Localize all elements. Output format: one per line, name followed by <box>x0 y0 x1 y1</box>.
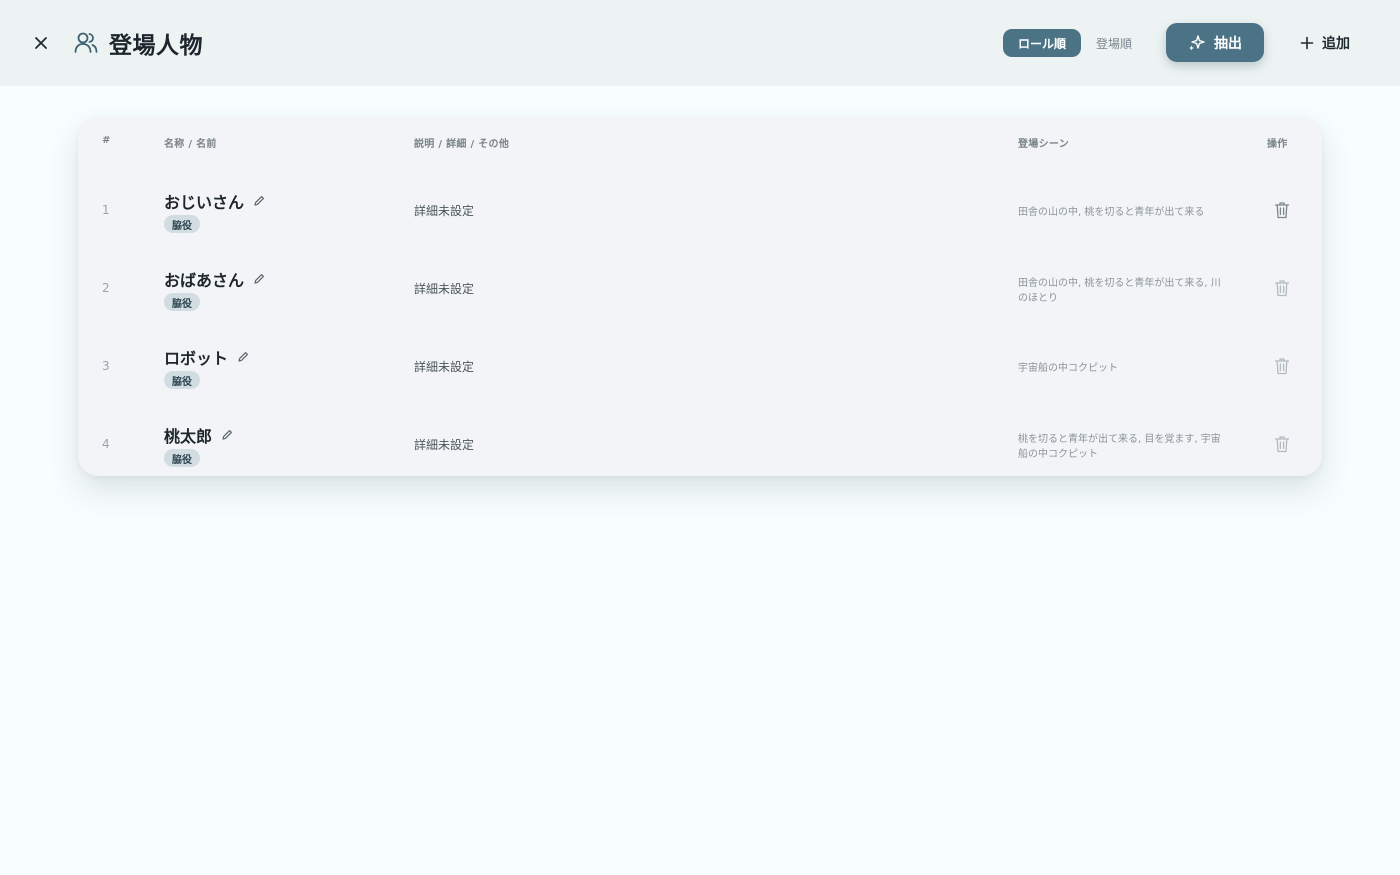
trash-icon[interactable] <box>1274 357 1290 375</box>
trash-icon[interactable] <box>1274 279 1290 297</box>
pencil-icon[interactable] <box>252 194 266 208</box>
column-header-description: 説明 / 詳細 / その他 <box>414 139 510 150</box>
character-name: 桃太郎 <box>164 423 234 447</box>
header-bar: 登場人物 ロール順 登場順 抽出 追加 <box>0 0 1400 86</box>
description: 詳細未設定 <box>414 204 475 218</box>
role-badge: 脇役 <box>164 449 200 467</box>
character-name: おじいさん <box>164 189 266 213</box>
scenes: 桃を切ると青年が出て来る, 目を覚ます, 宇宙船の中コクピット <box>1018 434 1221 460</box>
extract-button[interactable]: 抽出 <box>1166 23 1264 62</box>
pencil-icon[interactable] <box>252 272 266 286</box>
description: 詳細未設定 <box>414 438 475 452</box>
row-number: 2 <box>102 281 110 295</box>
sort-role-button[interactable]: ロール順 <box>1003 29 1081 57</box>
row-number: 4 <box>102 437 110 451</box>
column-header-scene: 登場シーン <box>1018 139 1069 150</box>
character-name-text: ロボット <box>164 349 229 368</box>
table-row: 3 ロボット 脇役 詳細未設定 宇宙船の中コクピット <box>78 329 1322 407</box>
close-icon <box>35 37 47 49</box>
table-row: 2 おばあさん 脇役 詳細未設定 田舎の山の中, 桃を切ると青年が出て来る, 川… <box>78 251 1322 329</box>
pencil-icon[interactable] <box>220 428 234 442</box>
extract-label: 抽出 <box>1214 35 1242 52</box>
scenes: 田舎の山の中, 桃を切ると青年が出て来る, 川のほとり <box>1018 278 1221 304</box>
scenes: 宇宙船の中コクピット <box>1018 363 1118 374</box>
plus-icon <box>1300 36 1314 50</box>
scenes: 田舎の山の中, 桃を切ると青年が出て来る <box>1018 207 1205 218</box>
row-number: 1 <box>102 203 110 217</box>
add-button[interactable]: 追加 <box>1300 31 1350 55</box>
column-header-action: 操作 <box>1267 139 1288 150</box>
column-header-name: 名称 / 名前 <box>164 139 217 150</box>
trash-icon[interactable] <box>1274 435 1290 453</box>
sparkle-icon <box>1189 34 1205 50</box>
close-button[interactable] <box>30 32 52 54</box>
sort-appearance-button[interactable]: 登場順 <box>1089 29 1139 57</box>
role-badge: 脇役 <box>164 293 200 311</box>
row-number: 3 <box>102 359 110 373</box>
users-icon <box>74 32 98 53</box>
table-row: 4 桃太郎 脇役 詳細未設定 桃を切ると青年が出て来る, 目を覚ます, 宇宙船の… <box>78 407 1322 485</box>
add-label: 追加 <box>1322 36 1350 52</box>
character-name-text: 桃太郎 <box>164 427 213 446</box>
pencil-icon[interactable] <box>236 350 250 364</box>
page-title: 登場人物 <box>109 33 203 59</box>
character-name: おばあさん <box>164 267 266 291</box>
role-badge: 脇役 <box>164 371 200 389</box>
character-name: ロボット <box>164 345 250 369</box>
character-name-text: おばあさん <box>164 271 245 290</box>
column-header-number: # <box>102 135 111 146</box>
character-name-text: おじいさん <box>164 193 245 212</box>
table-row: 1 おじいさん 脇役 詳細未設定 田舎の山の中, 桃を切ると青年が出て来る <box>78 173 1322 251</box>
trash-icon[interactable] <box>1274 201 1290 219</box>
role-badge: 脇役 <box>164 215 200 233</box>
description: 詳細未設定 <box>414 360 475 374</box>
characters-table: # 名称 / 名前 説明 / 詳細 / その他 登場シーン 操作 1 おじいさん… <box>78 117 1322 476</box>
description: 詳細未設定 <box>414 282 475 296</box>
